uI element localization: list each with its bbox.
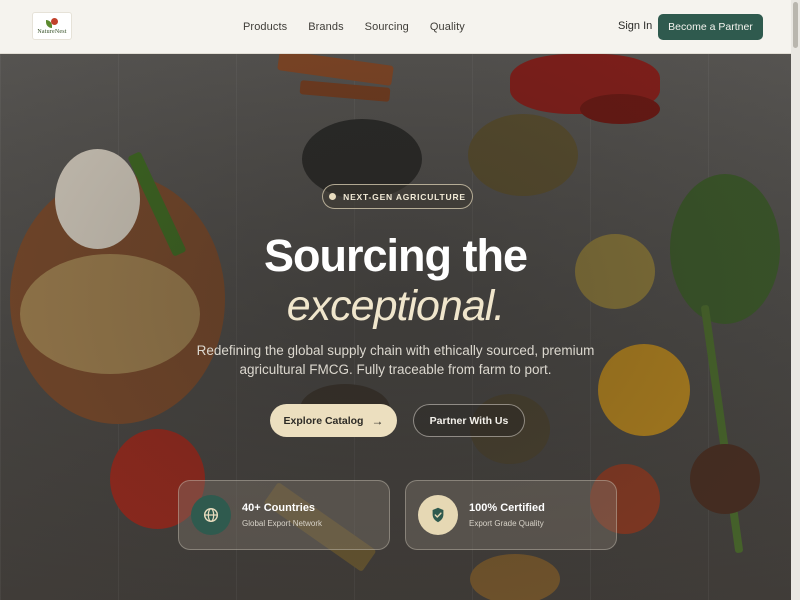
stat-subtitle: Global Export Network: [242, 519, 323, 528]
logo-text: NatureNest: [37, 28, 67, 35]
nav-sourcing[interactable]: Sourcing: [365, 21, 409, 33]
sign-in-link[interactable]: Sign In: [618, 20, 652, 32]
nav-products[interactable]: Products: [243, 21, 287, 33]
hero-subtitle: Redefining the global supply chain with …: [196, 343, 595, 377]
nav-quality[interactable]: Quality: [430, 21, 465, 33]
hero-section: NEXT-GEN AGRICULTURE Sourcing the except…: [0, 54, 791, 600]
site-header: NatureNest Products Brands Sourcing Qual…: [0, 0, 800, 54]
hero-title-line1: Sourcing the: [263, 230, 528, 281]
badge-label: NEXT-GEN AGRICULTURE: [343, 191, 466, 202]
hero-badge: NEXT-GEN AGRICULTURE: [322, 184, 473, 209]
arrow-right-icon: →: [371, 413, 384, 428]
become-partner-button[interactable]: Become a Partner: [658, 14, 763, 40]
stat-title: 40+ Countries: [242, 502, 316, 514]
stat-card-countries: 40+ Countries Global Export Network: [178, 480, 390, 550]
nav-brands[interactable]: Brands: [308, 21, 343, 33]
explore-catalog-button[interactable]: Explore Catalog →: [270, 404, 397, 437]
globe-icon: [191, 495, 231, 535]
stat-title: 100% Certified: [469, 502, 545, 514]
brand-logo[interactable]: NatureNest: [32, 12, 72, 40]
stat-subtitle: Export Grade Quality: [469, 519, 544, 528]
main-nav: Products Brands Sourcing Quality: [243, 0, 465, 54]
leaf-icon: [46, 17, 58, 28]
partner-with-us-button[interactable]: Partner With Us: [413, 404, 525, 437]
stat-card-certified: 100% Certified Export Grade Quality: [405, 480, 617, 550]
shield-check-icon: [418, 495, 458, 535]
hero-title-line2: exceptional.: [286, 282, 506, 330]
badge-dot-icon: [329, 193, 337, 200]
explore-catalog-label: Explore Catalog: [283, 414, 364, 427]
scrollbar-thumb[interactable]: [793, 2, 798, 48]
scrollbar[interactable]: [791, 0, 800, 600]
